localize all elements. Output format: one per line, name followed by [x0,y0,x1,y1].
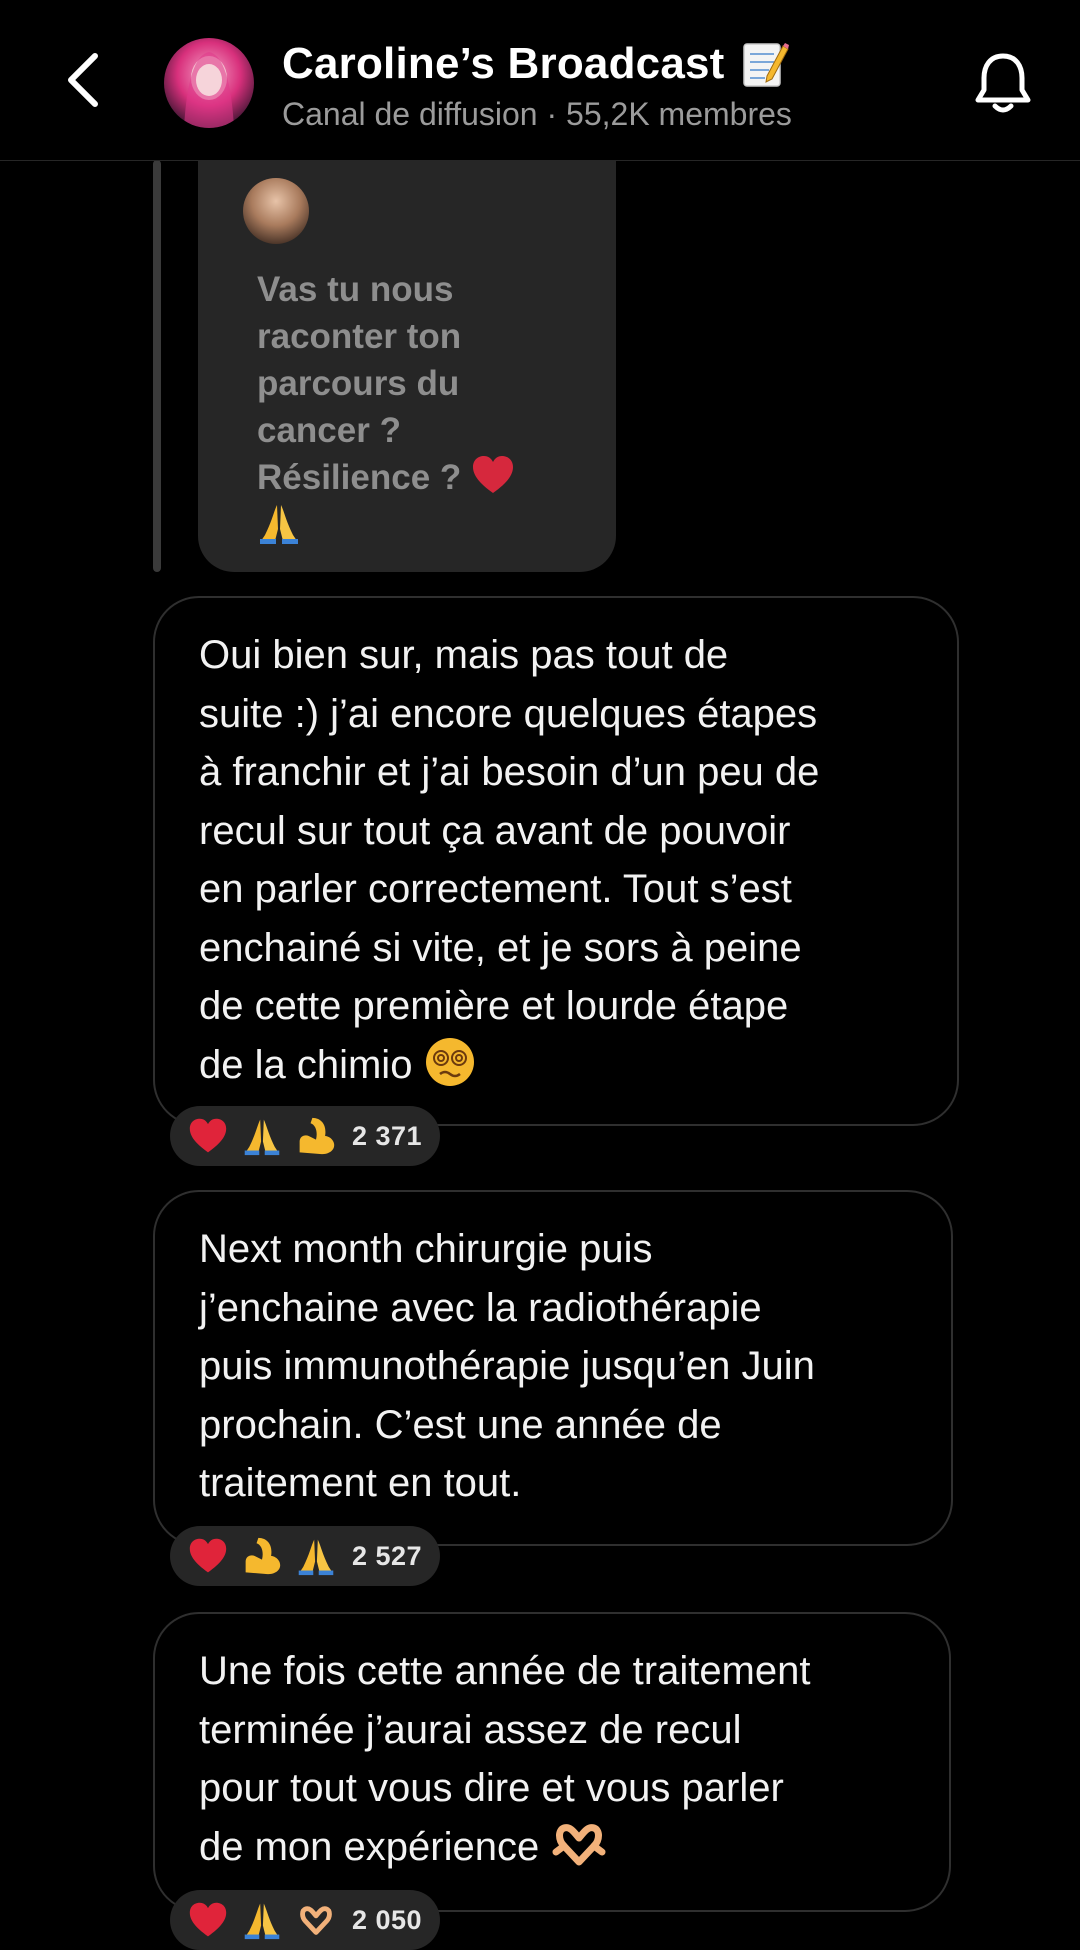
message-reactions-1[interactable]: 2 371 [170,1106,441,1166]
heart-hands-reaction-icon [300,1906,332,1935]
message-bubble-3[interactable]: Une fois cette année de traitement termi… [153,1612,951,1912]
message-reactions-2[interactable]: 2 527 [170,1526,441,1586]
quoted-story-text-content: Vas tu nous raconter ton parcours du can… [257,270,462,497]
message-text-3: Une fois cette année de traitement termi… [199,1642,810,1876]
message-text-1: Oui bien sur, mais pas tout de suite :) … [199,626,819,1094]
reaction-count-1: 2 371 [352,1120,423,1151]
message-text-1-content: Oui bien sur, mais pas tout de suite :) … [199,633,820,1087]
heart-hands-emoji-icon [552,1823,606,1865]
praying-hands-reaction-icon [298,1539,334,1576]
dizzy-face-emoji-icon [425,1037,474,1086]
heart-emoji-icon [473,456,513,493]
message-reactions-3[interactable]: 2 050 [170,1890,441,1950]
memo-icon [742,43,789,87]
flexed-biceps-reaction-icon [245,1537,281,1575]
heart-reaction-icon [189,1538,227,1573]
chat-header: Caroline’s Broadcast Canal de diffusion … [0,0,1080,161]
channel-title-row[interactable]: Caroline’s Broadcast [282,34,789,94]
praying-hands-reaction-icon [244,1119,280,1156]
notifications-button[interactable] [972,50,1034,116]
quoted-story-text: Vas tu nous raconter ton parcours du can… [257,266,597,551]
back-button[interactable] [58,45,108,115]
reaction-count-3: 2 050 [352,1904,423,1935]
message-bubble-1[interactable]: Oui bien sur, mais pas tout de suite :) … [153,596,959,1126]
channel-subtitle: Canal de diffusion · 55,2K membres [282,96,792,132]
channel-title: Caroline’s Broadcast [282,39,725,88]
quoted-user-avatar [243,178,309,244]
message-bubble-2[interactable]: Next month chirurgie puis j’enchaine ave… [153,1190,953,1546]
message-text-2: Next month chirurgie puis j’enchaine ave… [199,1227,815,1505]
heart-reaction-icon [189,1902,227,1937]
message-text-3-content: Une fois cette année de traitement termi… [199,1649,811,1869]
quote-indicator-bar [153,160,161,572]
bell-icon [975,53,1031,113]
flexed-biceps-reaction-icon [299,1117,335,1155]
heart-reaction-icon [189,1118,227,1153]
chevron-left-icon [68,53,98,107]
praying-hands-emoji-icon [260,505,298,544]
praying-hands-reaction-icon [244,1903,280,1940]
channel-avatar[interactable] [164,38,254,128]
reaction-count-2: 2 527 [352,1540,423,1571]
